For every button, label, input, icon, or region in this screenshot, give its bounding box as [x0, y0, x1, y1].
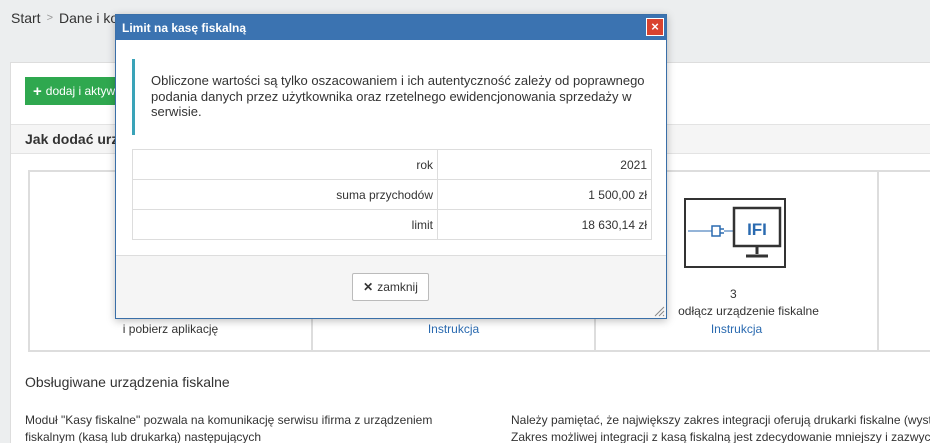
- fiscal-devices-title: Obsługiwane urządzenia fiskalne: [25, 374, 230, 390]
- close-icon[interactable]: ×: [646, 18, 664, 36]
- row-value: 2021: [437, 149, 652, 180]
- limit-table: rok 2021 suma przychodów 1 500,00 zł lim…: [132, 149, 652, 240]
- close-button-label: zamknij: [377, 280, 418, 294]
- breadcrumb-start[interactable]: Start: [11, 10, 41, 26]
- breadcrumb-current[interactable]: Dane i ko: [59, 10, 118, 26]
- add-activate-button[interactable]: + dodaj i aktyw: [25, 77, 125, 105]
- fiscal-note-line-2: Zakres możliwej integracji z kasą fiskal…: [511, 430, 930, 443]
- dialog-header: Limit na kasę fiskalną ×: [116, 15, 666, 40]
- row-label: rok: [132, 149, 438, 180]
- breadcrumb: Start > Dane i ko: [11, 10, 118, 26]
- fiscal-device-icon: IFI: [684, 198, 786, 268]
- row-value: 18 630,14 zł: [437, 209, 652, 240]
- info-message: Obliczone wartości są tylko oszacowaniem…: [132, 59, 652, 135]
- section-title: Jak dodać urzą: [25, 131, 127, 147]
- table-row: limit 18 630,14 zł: [132, 209, 652, 240]
- step-3-number: 3: [730, 287, 737, 301]
- fiscal-intro-text: Moduł "Kasy fiskalne" pozwala na komunik…: [25, 413, 433, 443]
- step-1-text: i pobierz aplikację: [122, 322, 219, 336]
- resize-grip-icon[interactable]: [653, 305, 665, 317]
- row-value: 1 500,00 zł: [437, 179, 652, 210]
- fiscal-note-line-1: Należy pamiętać, że największy zakres in…: [511, 413, 930, 427]
- row-label: limit: [132, 209, 438, 240]
- row-label: suma przychodów: [132, 179, 438, 210]
- chevron-right-icon: >: [46, 12, 54, 24]
- add-button-label: dodaj i aktyw: [45, 84, 116, 98]
- plus-icon: +: [33, 82, 42, 100]
- fiscal-limit-dialog: Limit na kasę fiskalną × Obliczone warto…: [115, 14, 667, 319]
- step-3-link[interactable]: Instrukcja: [596, 322, 877, 336]
- close-button[interactable]: ✕ zamknij: [352, 273, 429, 301]
- dialog-title: Limit na kasę fiskalną: [122, 20, 247, 35]
- x-icon: ✕: [363, 280, 374, 294]
- step-2-link[interactable]: Instrukcja: [313, 322, 594, 336]
- ifi-label: IFI: [747, 220, 767, 239]
- dialog-footer: ✕ zamknij: [116, 255, 666, 318]
- fiscal-note-text: Należy pamiętać, że największy zakres in…: [511, 412, 930, 443]
- table-row: rok 2021: [132, 149, 652, 180]
- table-row: suma przychodów 1 500,00 zł: [132, 179, 652, 210]
